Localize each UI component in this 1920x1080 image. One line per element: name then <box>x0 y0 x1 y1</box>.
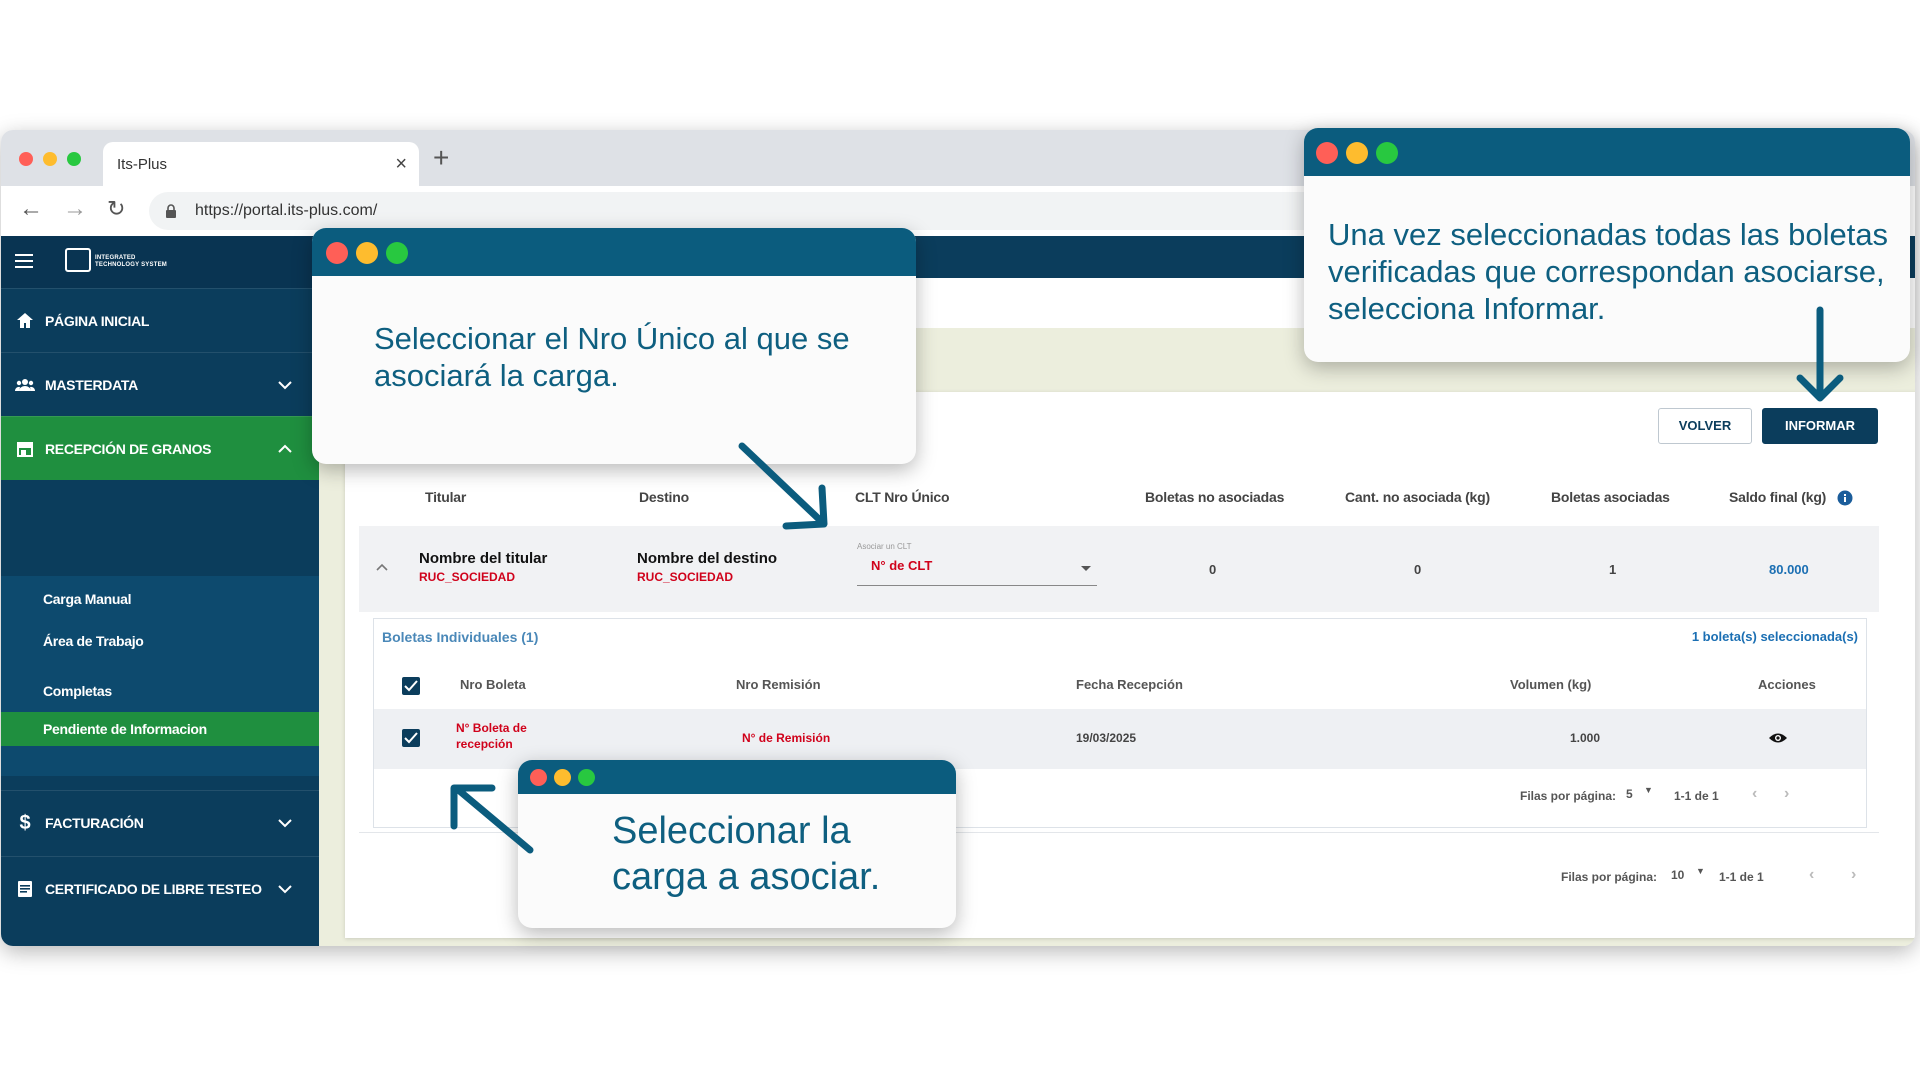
arrow-to-carga-icon <box>452 784 534 854</box>
annotation-arrows <box>450 306 1844 854</box>
arrow-to-clt-icon <box>738 442 826 526</box>
